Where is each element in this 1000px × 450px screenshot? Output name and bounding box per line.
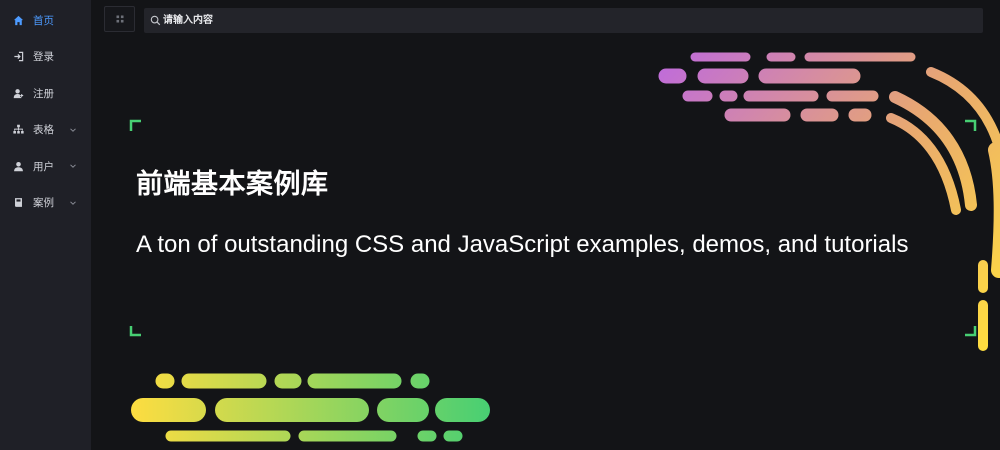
sidebar-item-label: 表格 (33, 124, 54, 137)
sidebar-item-label: 案例 (33, 197, 54, 210)
search-icon (150, 15, 161, 26)
sidebar-item-register[interactable]: 注册 (0, 75, 91, 112)
sidebar: 首页 登录 注册 表格 用户 案例 (0, 0, 91, 450)
sidebar-item-label: 首页 (33, 14, 54, 27)
user-add-icon (12, 87, 24, 99)
page-title: 前端基本案例库 (136, 169, 329, 200)
search-box (144, 8, 983, 33)
sidebar-item-user[interactable]: 用户 (0, 148, 91, 185)
bottom-left-stripes (131, 373, 490, 442)
sidebar-item-table[interactable]: 表格 (0, 112, 91, 149)
book-icon (12, 197, 24, 209)
search-input[interactable] (163, 8, 963, 33)
sidebar-item-label: 用户 (33, 160, 54, 173)
sitemap-icon (12, 124, 24, 136)
page-subtitle: A ton of outstanding CSS and JavaScript … (136, 231, 909, 258)
topbar (91, 0, 1000, 40)
chevron-down-icon (69, 199, 77, 207)
sidebar-item-login[interactable]: 登录 (0, 39, 91, 76)
sidebar-item-cases[interactable]: 案例 (0, 185, 91, 222)
login-icon (12, 51, 24, 63)
hero-banner: 前端基本案例库 A ton of outstanding CSS and Jav… (91, 40, 1000, 450)
chevron-down-icon (69, 126, 77, 134)
sidebar-item-label: 登录 (33, 51, 54, 64)
sidebar-item-label: 注册 (33, 87, 54, 100)
grid-icon (116, 15, 123, 23)
user-icon (12, 160, 24, 172)
chevron-down-icon (69, 162, 77, 170)
menu-toggle-button[interactable] (104, 6, 135, 32)
sidebar-item-home[interactable]: 首页 (0, 2, 91, 39)
top-right-stripes (658, 52, 1000, 351)
home-icon (12, 14, 24, 26)
